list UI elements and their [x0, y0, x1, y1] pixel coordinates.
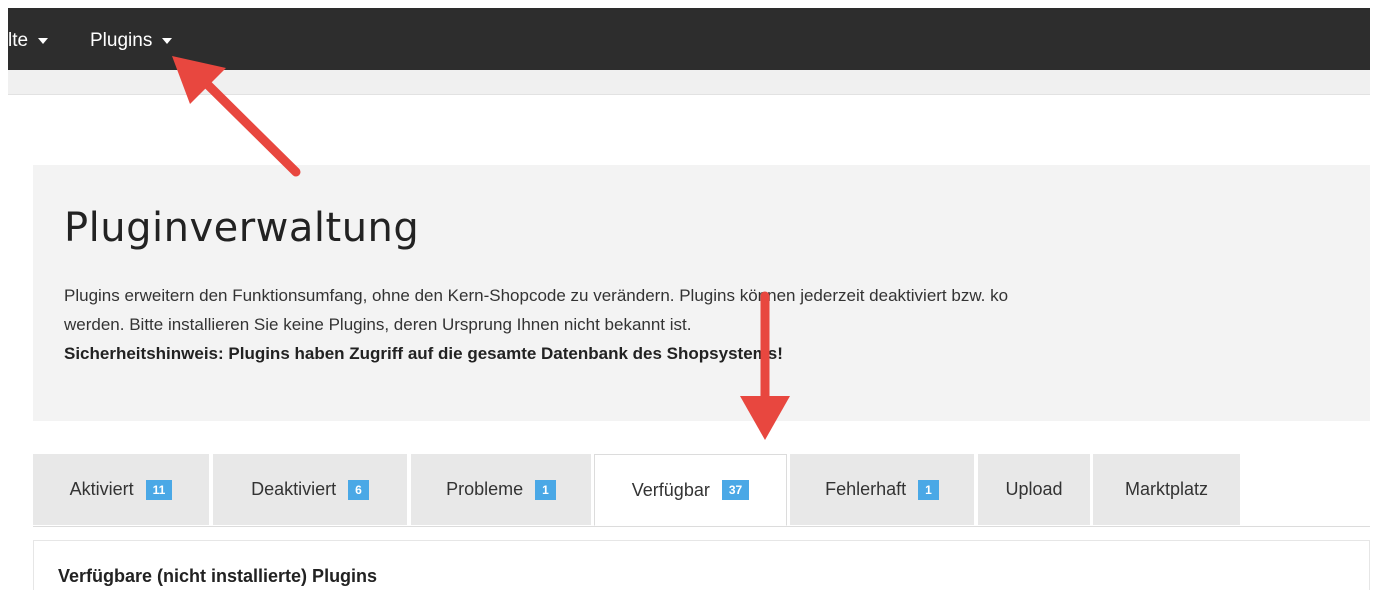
top-navbar: lte Plugins: [8, 8, 1370, 70]
tab-label: Upload: [1005, 479, 1063, 499]
tab-probleme[interactable]: Probleme 1: [411, 454, 591, 525]
tab-label: Marktplatz: [1124, 479, 1209, 499]
tab-deaktiviert[interactable]: Deaktiviert 6: [213, 454, 407, 525]
nav-item-plugins[interactable]: Plugins: [90, 30, 173, 52]
tab-label: Fehlerhaft: [825, 479, 907, 499]
page-description: Plugins erweitern den Funktionsumfang, o…: [64, 281, 1374, 368]
caret-down-icon: [38, 38, 49, 44]
nav-item-content[interactable]: lte: [8, 30, 49, 52]
tab-label: Probleme: [446, 479, 524, 499]
plugin-tabs: Aktiviert 11 Deaktiviert 6 Probleme 1 Ve…: [33, 454, 1370, 527]
description-line-2: werden. Bitte installieren Sie keine Plu…: [64, 315, 692, 334]
page-header: Pluginverwaltung Plugins erweitern den F…: [33, 165, 1370, 421]
tab-upload[interactable]: Upload: [978, 454, 1090, 525]
count-badge: 1: [918, 479, 939, 500]
count-badge: 6: [348, 479, 369, 500]
sub-bar: [8, 70, 1370, 95]
tab-verfuegbar[interactable]: Verfügbar 37: [594, 454, 787, 526]
count-badge: 37: [721, 480, 750, 500]
nav-item-label: Plugins: [90, 30, 153, 51]
caret-down-icon: [162, 38, 173, 44]
count-badge: 1: [535, 479, 556, 500]
tab-label: Deaktiviert: [251, 479, 337, 499]
description-line-1: Plugins erweitern den Funktionsumfang, o…: [64, 286, 1009, 305]
tab-marktplatz[interactable]: Marktplatz: [1093, 454, 1240, 525]
count-badge: 11: [145, 479, 173, 500]
tab-label: Aktiviert: [69, 479, 134, 499]
page-title: Pluginverwaltung: [64, 205, 420, 251]
nav-item-label: lte: [8, 30, 29, 51]
tab-aktiviert[interactable]: Aktiviert 11: [33, 454, 209, 525]
security-warning: Sicherheitshinweis: Plugins haben Zugrif…: [64, 344, 783, 363]
tab-label: Verfügbar: [631, 479, 710, 500]
tab-fehlerhaft[interactable]: Fehlerhaft 1: [790, 454, 974, 525]
panel-heading: Verfügbare (nicht installierte) Plugins: [58, 566, 378, 586]
